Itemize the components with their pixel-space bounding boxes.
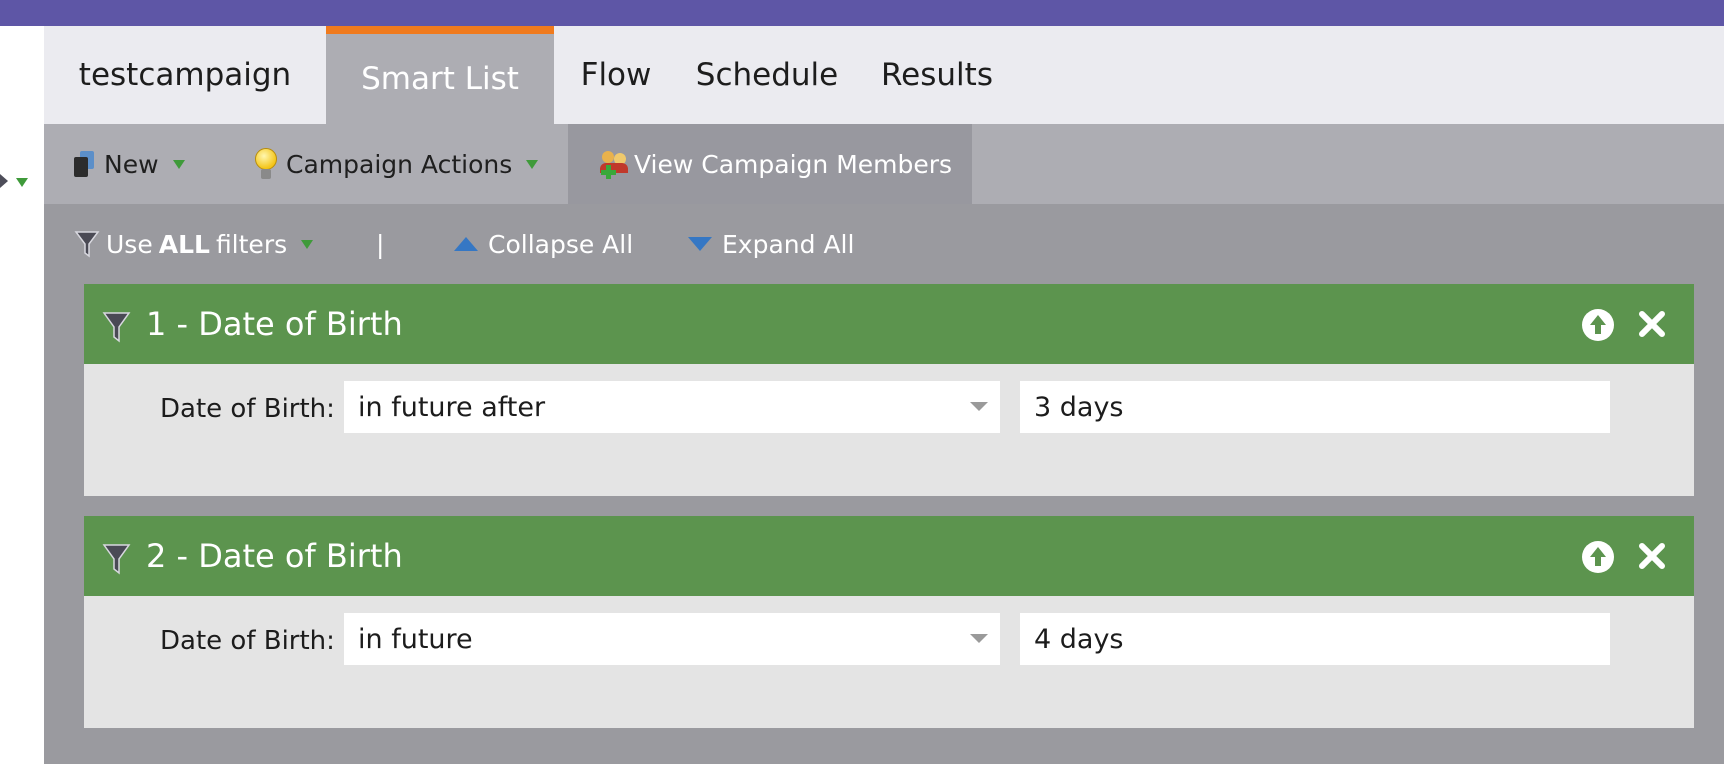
- toolbar: New Campaign Actions View Campaign Membe…: [44, 124, 1724, 204]
- operator-select[interactable]: in future: [344, 613, 1000, 665]
- tab-flow[interactable]: Flow: [554, 26, 678, 124]
- triangle-up-icon: [454, 237, 478, 251]
- left-panel-edge: [0, 26, 44, 764]
- view-campaign-members-label: View Campaign Members: [634, 149, 953, 179]
- tab-label: testcampaign: [78, 57, 292, 93]
- filter-card-header[interactable]: 1 - Date of Birth: [84, 284, 1694, 364]
- book-icon: [74, 151, 94, 177]
- chevron-down-icon: [970, 634, 988, 643]
- filter-card-header[interactable]: 2 - Date of Birth: [84, 516, 1694, 596]
- campaign-tab-bar: testcampaign Smart List Flow Schedule Re…: [44, 26, 1724, 124]
- arrow-up-circle-icon[interactable]: [1582, 309, 1614, 341]
- filter-logic-bar: Use ALL filters | Collapse All Expand Al…: [44, 204, 1724, 284]
- tab-label: Schedule: [695, 57, 839, 93]
- field-label: Date of Birth:: [160, 394, 335, 424]
- collapse-arrow-icon[interactable]: [0, 174, 8, 188]
- use-suffix: filters: [215, 229, 288, 259]
- filter-title: 2 - Date of Birth: [146, 537, 403, 575]
- funnel-icon: [102, 544, 131, 575]
- operator-value: in future: [358, 623, 473, 655]
- triangle-down-icon: [688, 237, 712, 251]
- operator-select[interactable]: in future after: [344, 381, 1000, 433]
- collapse-all-button[interactable]: Collapse All: [454, 204, 633, 284]
- tab-results[interactable]: Results: [856, 26, 1018, 124]
- new-label: New: [104, 149, 159, 179]
- campaign-actions-button[interactable]: Campaign Actions: [254, 124, 539, 204]
- top-brand-bar: [0, 0, 1724, 26]
- use-bold: ALL: [158, 229, 210, 259]
- chevron-down-icon[interactable]: [16, 178, 28, 187]
- chevron-down-icon: [526, 159, 539, 169]
- filter-card: 2 - Date of Birth Date of Birth: in futu…: [84, 516, 1694, 728]
- tab-label: Flow: [580, 57, 652, 93]
- funnel-icon: [102, 312, 131, 343]
- separator: |: [376, 229, 385, 259]
- new-menu-button[interactable]: New: [74, 124, 185, 204]
- collapse-all-label: Collapse All: [488, 229, 634, 259]
- chevron-down-icon: [301, 239, 314, 249]
- view-campaign-members-button[interactable]: View Campaign Members: [568, 124, 972, 204]
- smart-list-canvas: Use ALL filters | Collapse All Expand Al…: [44, 204, 1724, 764]
- tab-label: Smart List: [361, 61, 519, 97]
- tab-schedule[interactable]: Schedule: [678, 26, 856, 124]
- filter-card-body: Date of Birth: in future after 3 days: [84, 364, 1694, 496]
- campaign-actions-label: Campaign Actions: [286, 149, 513, 179]
- filter-card: 1 - Date of Birth Date of Birth: in futu…: [84, 284, 1694, 496]
- expand-all-button[interactable]: Expand All: [688, 204, 854, 284]
- operator-value: in future after: [358, 391, 546, 423]
- close-icon[interactable]: [1634, 538, 1670, 574]
- use-prefix: Use: [106, 229, 153, 259]
- tab-testcampaign[interactable]: testcampaign: [44, 26, 326, 124]
- add-people-icon: [600, 149, 630, 179]
- arrow-up-circle-icon[interactable]: [1582, 541, 1614, 573]
- field-label: Date of Birth:: [160, 626, 335, 656]
- use-all-filters-dropdown[interactable]: Use ALL filters: [74, 204, 314, 284]
- close-icon[interactable]: [1634, 306, 1670, 342]
- expand-all-label: Expand All: [722, 229, 855, 259]
- tab-smart-list[interactable]: Smart List: [326, 26, 554, 124]
- chevron-down-icon: [970, 402, 988, 411]
- tab-label: Results: [881, 57, 993, 93]
- filter-title: 1 - Date of Birth: [146, 305, 403, 343]
- lightbulb-icon: [254, 148, 278, 180]
- filter-card-body: Date of Birth: in future 4 days: [84, 596, 1694, 728]
- chevron-down-icon: [172, 159, 185, 169]
- value-input[interactable]: 3 days: [1020, 381, 1610, 433]
- value-input[interactable]: 4 days: [1020, 613, 1610, 665]
- funnel-icon: [74, 231, 100, 258]
